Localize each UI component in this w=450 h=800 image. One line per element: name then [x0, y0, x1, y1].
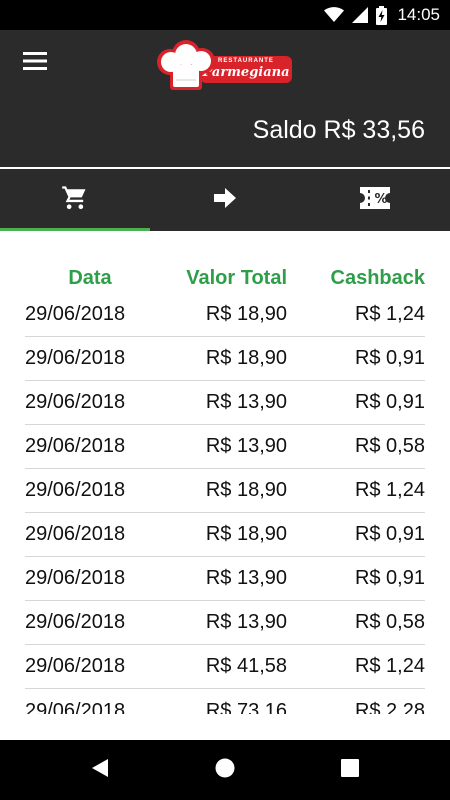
row-cashback: R$ 1,24 [354, 655, 425, 677]
navigation-bar [0, 740, 450, 800]
hamburger-menu-icon [23, 51, 47, 75]
header-total: Valor Total [186, 266, 287, 289]
row-total: R$ 73,16 [205, 699, 287, 715]
discount-ticket-icon: % [359, 186, 391, 215]
table-header: Data Valor Total Cashback [25, 263, 425, 293]
row-cashback: R$ 1,24 [354, 479, 425, 501]
cart-icon [61, 184, 89, 217]
table-row[interactable]: 29/06/2018 R$ 13,90 R$ 0,91 [25, 381, 425, 425]
table-row[interactable]: 29/06/2018 R$ 18,90 R$ 0,91 [25, 513, 425, 557]
row-cashback: R$ 0,91 [354, 567, 425, 589]
table-row[interactable]: 29/06/2018 R$ 18,90 R$ 1,24 [25, 469, 425, 513]
table-row[interactable]: 29/06/2018 R$ 73,16 R$ 2,28 [25, 689, 425, 715]
signal-icon [352, 7, 369, 23]
table-row[interactable]: 29/06/2018 R$ 13,90 R$ 0,58 [25, 601, 425, 645]
svg-text:%: % [374, 192, 387, 207]
row-date: 29/06/2018 [25, 479, 126, 501]
table-row[interactable]: 29/06/2018 R$ 41,58 R$ 1,24 [25, 645, 425, 689]
table-row[interactable]: 29/06/2018 R$ 18,90 R$ 0,91 [25, 337, 425, 381]
table-row[interactable]: 29/06/2018 R$ 18,90 R$ 1,24 [25, 293, 425, 337]
table-body: 29/06/2018 R$ 18,90 R$ 1,24 29/06/2018 R$ 18… [25, 293, 425, 714]
row-total: R$ 18,90 [205, 303, 287, 325]
arrow-right-icon [214, 187, 236, 213]
row-cashback: R$ 0,91 [354, 347, 425, 369]
row-cashback: R$ 0,91 [354, 523, 425, 545]
row-date: 29/06/2018 [25, 347, 126, 369]
row-date: 29/06/2018 [25, 699, 126, 715]
row-cashback: R$ 0,58 [354, 435, 425, 457]
status-bar: 14:05 [0, 0, 450, 30]
row-date: 29/06/2018 [25, 655, 126, 677]
row-total: R$ 18,90 [205, 523, 287, 545]
balance-label: Saldo R$ 33,56 [252, 116, 425, 144]
row-cashback: R$ 0,58 [354, 611, 425, 633]
back-button[interactable] [70, 740, 130, 800]
row-total: R$ 13,90 [205, 611, 287, 633]
menu-button[interactable] [12, 40, 58, 86]
row-total: R$ 18,90 [205, 479, 287, 501]
row-cashback: R$ 1,24 [354, 303, 425, 325]
row-total: R$ 13,90 [205, 435, 287, 457]
cashback-table: Data Valor Total Cashback 29/06/2018 R$ 1… [25, 263, 425, 714]
home-icon [215, 758, 235, 783]
row-date: 29/06/2018 [25, 567, 126, 589]
restaurant-logo: RESTAURANTE Parmegiana [156, 40, 296, 94]
table-row[interactable]: 29/06/2018 R$ 13,90 R$ 0,58 [25, 425, 425, 469]
header-date: Data [68, 266, 112, 289]
app-header: RESTAURANTE Parmegiana Saldo R$ 33,56 [0, 30, 450, 167]
chef-hat-icon [157, 40, 215, 90]
row-total: R$ 18,90 [205, 347, 287, 369]
home-button[interactable] [195, 740, 255, 800]
purchases-list[interactable]: Data Valor Total Cashback 29/06/2018 R$ 1… [0, 231, 450, 714]
battery-charging-icon [376, 5, 388, 25]
status-time: 14:05 [397, 5, 440, 24]
tab-purchases[interactable] [0, 169, 150, 231]
row-date: 29/06/2018 [25, 611, 126, 633]
row-cashback: R$ 0,91 [354, 391, 425, 413]
row-date: 29/06/2018 [25, 435, 126, 457]
row-cashback: R$ 2,28 [354, 699, 425, 715]
status-icons: 14:05 [324, 0, 440, 30]
tab-discounts[interactable]: % [300, 169, 450, 231]
row-total: R$ 41,58 [205, 655, 287, 677]
recents-button[interactable] [320, 740, 380, 800]
row-date: 29/06/2018 [25, 391, 126, 413]
row-total: R$ 13,90 [205, 391, 287, 413]
row-total: R$ 13,90 [205, 567, 287, 589]
table-row[interactable]: 29/06/2018 R$ 13,90 R$ 0,91 [25, 557, 425, 601]
wifi-icon [324, 7, 345, 23]
tab-transfer[interactable] [150, 169, 300, 231]
header-cashback: Cashback [330, 266, 426, 289]
row-date: 29/06/2018 [25, 303, 126, 325]
row-date: 29/06/2018 [25, 523, 126, 545]
tab-bar: % [0, 169, 450, 231]
recents-icon [341, 758, 359, 782]
back-icon [91, 758, 109, 783]
